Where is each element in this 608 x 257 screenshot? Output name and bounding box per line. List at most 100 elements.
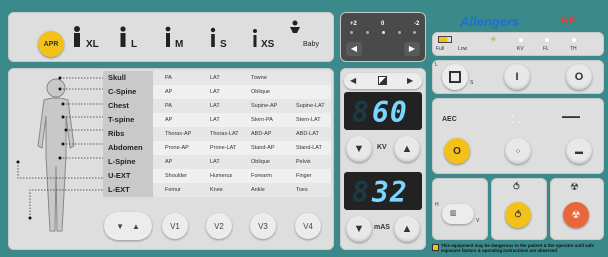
size-l-label: L <box>131 39 138 50</box>
density-plus2-label: +2 <box>350 21 357 27</box>
size-baby-label: Baby <box>303 41 319 48</box>
projection-cell[interactable]: Thorax-AP <box>165 127 191 141</box>
chevron-down-icon: ▼ <box>116 221 124 231</box>
aec-chamber-button[interactable]: ▬ <box>566 138 592 164</box>
projection-cell[interactable]: Humerus <box>210 169 232 183</box>
anatomy-row-l-spine[interactable]: L-Spine AP LAT Oblique Pelvis <box>103 155 331 169</box>
projection-cell[interactable]: PA <box>165 71 172 85</box>
apr-button[interactable]: APR <box>38 31 64 57</box>
projection-cell[interactable]: Towne <box>251 71 267 85</box>
projection-cell[interactable]: Pelvis <box>296 155 311 169</box>
projection-cell[interactable]: Supine-AP <box>251 99 277 113</box>
projection-cell[interactable]: Femur <box>165 183 181 197</box>
projection-cell[interactable]: Oblique <box>251 85 270 99</box>
anatomy-label: C-Spine <box>103 85 153 99</box>
prep-indicator-icon: ⥀ <box>513 182 520 193</box>
workstation-select-button[interactable] <box>442 64 468 90</box>
projection-cell[interactable]: Stand-LAT <box>296 141 322 155</box>
projection-cell[interactable]: AP <box>165 113 172 127</box>
chevron-up-icon: ▲ <box>132 221 140 231</box>
projection-cell[interactable]: Supine-LAT <box>296 99 325 113</box>
projection-cell[interactable]: Prone-LAT <box>210 141 236 155</box>
aec-on-button[interactable]: O <box>444 138 470 164</box>
projection-cell[interactable]: AP <box>165 85 172 99</box>
projection-cell[interactable]: PA <box>165 99 172 113</box>
projection-cell[interactable]: Stern-LAT <box>296 113 321 127</box>
density-increase-button[interactable]: ▶ <box>404 42 420 56</box>
arrow-left-icon[interactable]: ◀ <box>350 76 356 85</box>
size-l-button[interactable]: L <box>118 26 148 56</box>
status-th-label: TH <box>570 46 577 52</box>
prep-button[interactable]: ⥀ <box>505 202 531 228</box>
mas-increase-button[interactable]: ▲ <box>394 216 420 242</box>
warning-notice: This equipment may be dangerous to the p… <box>432 243 606 257</box>
brand-logo: Allengers -HF <box>460 14 600 30</box>
projection-cell[interactable]: Forearm <box>251 169 272 183</box>
size-s-button[interactable]: S <box>208 26 238 56</box>
projection-cell[interactable]: Prone-AP <box>165 141 189 155</box>
anatomy-row-u-ext[interactable]: U-EXT Shoulder Humerus Forearm Finger <box>103 169 331 183</box>
aec-field-button[interactable]: ⁘ <box>505 138 531 164</box>
anatomy-row-l-ext[interactable]: L-EXT Femur Knee Ankle Toes <box>103 183 331 197</box>
size-s-label: S <box>220 39 227 50</box>
projection-cell[interactable]: Ankle <box>251 183 265 197</box>
kv-decrease-button[interactable]: ▼ <box>346 136 372 162</box>
density-decrease-button[interactable]: ◀ <box>346 42 362 56</box>
projection-cell[interactable]: Finger <box>296 169 312 183</box>
projection-cell[interactable]: LAT <box>210 113 220 127</box>
projection-cell[interactable]: LAT <box>210 71 220 85</box>
view-scroll-button[interactable]: ▼ ▲ <box>104 212 152 240</box>
anatomy-row-chest[interactable]: Chest PA LAT Supine-AP Supine-LAT <box>103 99 331 113</box>
size-xl-button[interactable]: XL <box>72 26 110 56</box>
anatomy-row-ribs[interactable]: Ribs Thorax-AP Thorax-LAT ABD-AP ABD-LAT <box>103 127 331 141</box>
mas-ghost-digit: 8 <box>352 176 370 209</box>
size-m-button[interactable]: M <box>163 26 193 56</box>
projection-cell[interactable]: Toes <box>296 183 308 197</box>
projection-cell[interactable]: Shoulder <box>165 169 187 183</box>
size-xs-label: XS <box>261 39 275 50</box>
projection-cell[interactable]: Stern-PA <box>251 113 273 127</box>
anatomy-label: Skull <box>103 71 153 85</box>
projection-cell[interactable]: Stand-AP <box>251 141 275 155</box>
mas-decrease-button[interactable]: ▼ <box>346 216 372 242</box>
anatomy-row-abdomen[interactable]: Abdomen Prone-AP Prone-LAT Stand-AP Stan… <box>103 141 331 155</box>
size-xs-button[interactable]: XS <box>250 26 284 56</box>
kv-display: 8 60 <box>344 92 422 130</box>
patient-size-panel: APR XL L M S XS Baby <box>8 12 334 62</box>
off-button[interactable]: O <box>566 64 592 90</box>
projection-cell[interactable]: ABD-LAT <box>296 127 319 141</box>
arrow-right-icon[interactable]: ▶ <box>407 76 413 85</box>
view-v3-button[interactable]: V3 <box>250 213 276 239</box>
projection-cell[interactable]: LAT <box>210 85 220 99</box>
view-v2-button[interactable]: V2 <box>206 213 232 239</box>
collimator-button[interactable]: ▥ <box>442 204 474 224</box>
view-v1-button[interactable]: V1 <box>162 213 188 239</box>
anatomy-row-t-spine[interactable]: T-spine AP LAT Stern-PA Stern-LAT <box>103 113 331 127</box>
status-fl-label: FL <box>543 46 549 52</box>
projection-cell[interactable]: AP <box>165 155 172 169</box>
expose-button[interactable]: ☢ <box>563 202 589 228</box>
anatomy-label: Chest <box>103 99 153 113</box>
projection-cell[interactable]: ABD-AP <box>251 127 271 141</box>
collimator-panel: H ▥ V <box>432 178 488 240</box>
exposure-panel: ◀ ▶ 8 60 ▼ KV ▲ 8 32 ▼ mAS ▲ <box>340 68 426 250</box>
anatomy-row-skull[interactable]: Skull PA LAT Towne <box>103 71 331 85</box>
kv-increase-button[interactable]: ▲ <box>394 136 420 162</box>
th-led <box>572 38 576 42</box>
size-baby-button[interactable]: Baby <box>289 20 329 56</box>
projection-cell[interactable]: LAT <box>210 99 220 113</box>
contrast-icon[interactable] <box>378 76 387 85</box>
projection-cell[interactable]: Oblique <box>251 155 270 169</box>
kv-ghost-digit: 8 <box>352 96 370 129</box>
anatomy-row-c-spine[interactable]: C-Spine AP LAT Oblique <box>103 85 331 99</box>
brand-suffix: -HF <box>557 15 576 27</box>
view-v4-button[interactable]: V4 <box>295 213 321 239</box>
projection-cell[interactable]: LAT <box>210 155 220 169</box>
mas-label: mAS <box>374 224 390 231</box>
standby-button[interactable]: I <box>504 64 530 90</box>
aec-label: AEC <box>442 116 457 123</box>
ws-v-label: V <box>476 218 480 224</box>
kv-led <box>519 38 523 42</box>
projection-cell[interactable]: Thorax-LAT <box>210 127 239 141</box>
projection-cell[interactable]: Knee <box>210 183 223 197</box>
